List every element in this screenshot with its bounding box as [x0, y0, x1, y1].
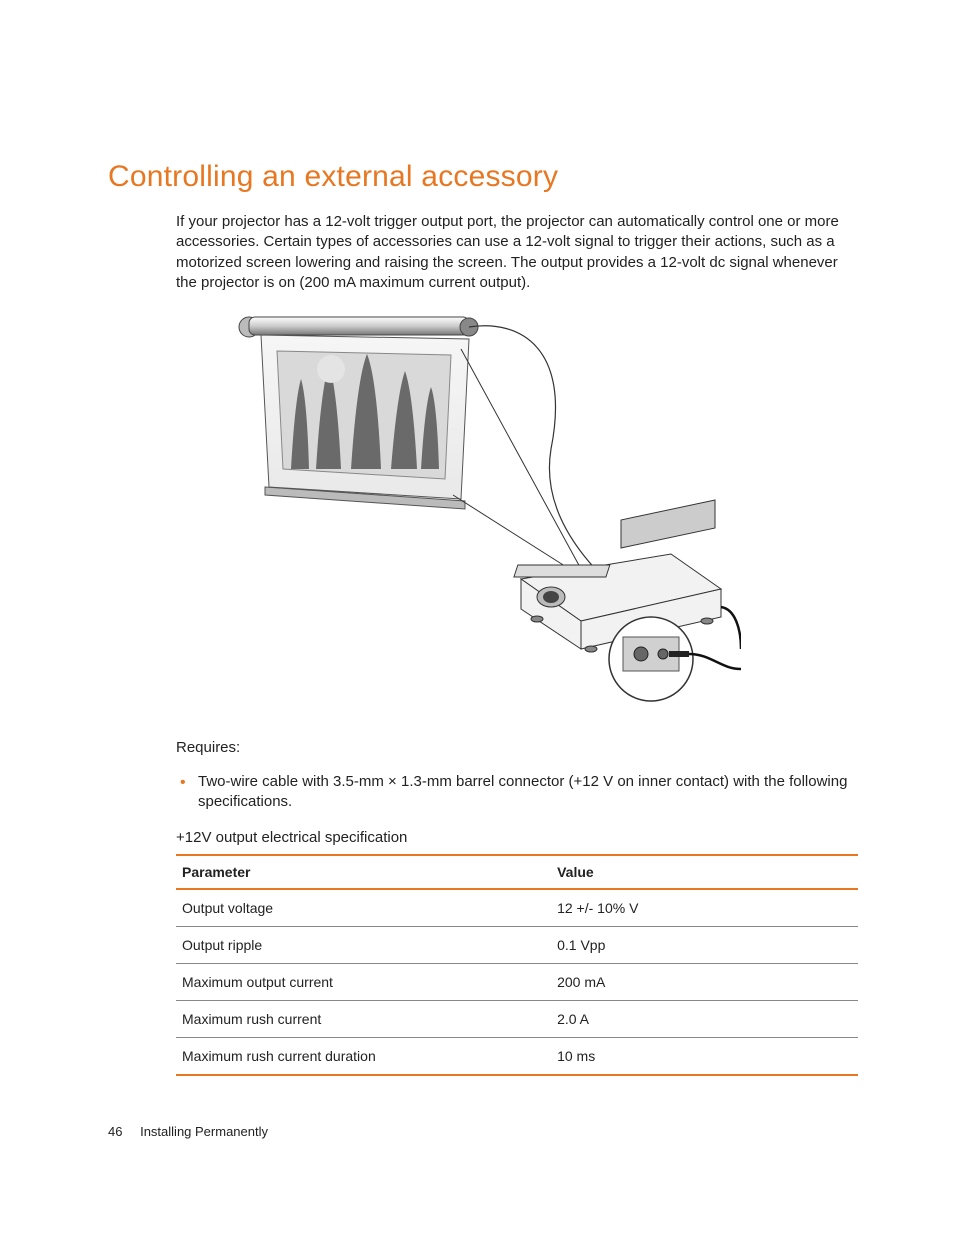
section-heading: Controlling an external accessory — [108, 160, 854, 194]
section-name: Installing Permanently — [140, 1124, 268, 1139]
table-row: Maximum output current 200 mA — [176, 963, 858, 1000]
table-row: Output ripple 0.1 Vpp — [176, 926, 858, 963]
cell-param: Maximum rush current duration — [176, 1037, 551, 1075]
header-parameter: Parameter — [176, 855, 551, 889]
illustration — [108, 309, 854, 709]
cell-value: 2.0 A — [551, 1000, 858, 1037]
table-caption: +12V output electrical specification — [108, 829, 854, 846]
cell-value: 10 ms — [551, 1037, 858, 1075]
cell-param: Output voltage — [176, 889, 551, 927]
page-number: 46 — [108, 1124, 122, 1139]
cell-param: Maximum rush current — [176, 1000, 551, 1037]
list-item: Two-wire cable with 3.5-mm × 1.3-mm barr… — [176, 772, 854, 813]
cell-param: Output ripple — [176, 926, 551, 963]
cell-param: Maximum output current — [176, 963, 551, 1000]
spec-table: Parameter Value Output voltage 12 +/- 10… — [176, 854, 858, 1076]
requirements-list: Two-wire cable with 3.5-mm × 1.3-mm barr… — [108, 772, 854, 813]
page-footer: 46 Installing Permanently — [108, 1124, 854, 1139]
table-row: Maximum rush current 2.0 A — [176, 1000, 858, 1037]
intro-paragraph: If your projector has a 12-volt trigger … — [108, 212, 854, 293]
cell-value: 0.1 Vpp — [551, 926, 858, 963]
document-page: Controlling an external accessory If you… — [0, 0, 954, 1199]
requires-label: Requires: — [108, 739, 854, 756]
cell-value: 12 +/- 10% V — [551, 889, 858, 927]
header-value: Value — [551, 855, 858, 889]
cell-value: 200 mA — [551, 963, 858, 1000]
table-row: Maximum rush current duration 10 ms — [176, 1037, 858, 1075]
table-row: Output voltage 12 +/- 10% V — [176, 889, 858, 927]
table-header-row: Parameter Value — [176, 855, 858, 889]
projector-screen-illustration — [221, 309, 741, 709]
